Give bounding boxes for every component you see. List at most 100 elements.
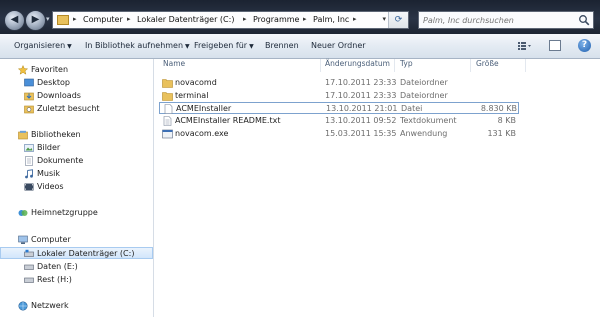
file-name: terminal	[175, 91, 209, 100]
column-divider[interactable]	[320, 59, 321, 72]
search-icon[interactable]	[578, 14, 590, 26]
search-box[interactable]	[418, 11, 594, 29]
file-row[interactable]: novacomd 17.10.2011 23:33 Dateiordner	[159, 77, 519, 89]
pictures-icon	[24, 144, 34, 152]
file-row[interactable]: novacom.exe 15.03.2011 15:35 Anwendung 1…	[159, 128, 519, 140]
drive-icon	[24, 277, 34, 283]
videos-icon	[24, 183, 34, 191]
column-header-type[interactable]: Typ	[400, 59, 413, 72]
breadcrumb-drive-c[interactable]: Lokaler Datenträger (C:)	[137, 15, 234, 24]
file-modified: 13.10.2011 21:01	[326, 104, 398, 113]
chevron-down-icon: ▼	[67, 43, 72, 50]
documents-icon	[25, 156, 33, 166]
column-header-modified[interactable]: Änderungsdatum	[325, 59, 390, 72]
nav-drive-h[interactable]: Rest (H:)	[0, 274, 153, 286]
nav-desktop-label: Desktop	[37, 78, 70, 87]
column-header-size[interactable]: Größe	[476, 59, 499, 72]
chevron-right-icon: ▸	[243, 15, 247, 23]
address-dropdown-icon[interactable]: ▾	[382, 15, 386, 23]
share-button[interactable]: Freigeben für ▼	[194, 41, 254, 50]
preview-pane-icon[interactable]	[549, 40, 561, 51]
nav-music[interactable]: Musik	[0, 168, 153, 180]
refresh-button[interactable]: ⟳	[388, 12, 408, 28]
file-type: Dateiordner	[400, 78, 448, 87]
chevron-right-icon: ▸	[353, 15, 357, 23]
nav-network-label: Netzwerk	[31, 301, 69, 310]
help-icon[interactable]: ?	[578, 39, 591, 52]
nav-favorites-label: Favoriten	[31, 65, 69, 74]
downloads-folder-icon	[24, 92, 34, 101]
file-modified: 17.10.2011 23:33	[325, 91, 397, 100]
burn-button[interactable]: Brennen	[265, 41, 299, 50]
file-modified: 17.10.2011 23:33	[325, 78, 397, 87]
back-arrow-icon: ◀	[10, 14, 19, 25]
nav-documents[interactable]: Dokumente	[0, 155, 153, 167]
nav-desktop[interactable]: Desktop	[0, 77, 153, 89]
nav-videos[interactable]: Videos	[0, 181, 153, 193]
chevron-right-icon: ▸	[127, 15, 131, 23]
breadcrumb-computer[interactable]: Computer	[83, 15, 123, 24]
breadcrumb-programme[interactable]: Programme	[253, 15, 299, 24]
new-folder-button[interactable]: Neuer Ordner	[311, 41, 366, 50]
include-library-label: In Bibliothek aufnehmen	[85, 41, 184, 50]
chevron-right-icon: ▸	[73, 15, 77, 23]
file-type: Datei	[401, 104, 423, 113]
search-input[interactable]	[423, 13, 573, 27]
nav-pictures[interactable]: Bilder	[0, 142, 153, 154]
recent-places-icon	[24, 105, 34, 114]
view-options-icon[interactable]	[518, 41, 532, 51]
file-list: Name Änderungsdatum Typ Größe novacomd 1…	[154, 59, 600, 317]
file-name: novacom.exe	[175, 129, 229, 138]
nav-drive-e-label: Daten (E:)	[37, 262, 78, 271]
forward-arrow-icon: ▶	[31, 14, 40, 25]
file-modified: 13.10.2011 09:52	[325, 116, 397, 125]
file-size: 131 KB	[487, 129, 516, 138]
file-row[interactable]: ACMEInstaller 13.10.2011 21:01 Datei 8.8…	[159, 102, 519, 114]
nav-network[interactable]: Netzwerk	[0, 300, 153, 312]
nav-recent[interactable]: Zuletzt besucht	[0, 103, 153, 115]
nav-libraries-label: Bibliotheken	[31, 130, 81, 139]
nav-drive-e[interactable]: Daten (E:)	[0, 261, 153, 273]
nav-libraries[interactable]: Bibliotheken	[0, 129, 153, 141]
organize-button[interactable]: Organisieren ▼	[14, 41, 72, 50]
star-icon	[18, 65, 28, 75]
file-icon	[164, 104, 173, 114]
nav-favorites[interactable]: Favoriten	[0, 64, 153, 76]
file-size: 8.830 KB	[480, 104, 517, 113]
breadcrumb-palm-inc[interactable]: Palm, Inc	[313, 15, 349, 24]
back-button[interactable]: ◀	[4, 10, 25, 31]
include-library-button[interactable]: In Bibliothek aufnehmen ▼	[85, 41, 190, 50]
nav-downloads-label: Downloads	[37, 91, 81, 100]
exe-icon	[162, 129, 173, 139]
column-divider[interactable]	[525, 59, 526, 72]
folder-icon	[57, 15, 69, 25]
nav-computer-label: Computer	[31, 235, 71, 244]
folder-icon	[162, 79, 173, 88]
file-type: Textdokument	[400, 116, 457, 125]
navigation-pane: Favoriten Desktop Downloads Zuletzt besu…	[0, 59, 154, 317]
file-type: Anwendung	[400, 129, 448, 138]
nav-drive-c[interactable]: Lokaler Datenträger (C:)	[0, 247, 153, 259]
refresh-icon: ⟳	[394, 15, 403, 25]
nav-computer[interactable]: Computer	[0, 234, 153, 246]
nav-drive-c-label: Lokaler Datenträger (C:)	[37, 249, 135, 258]
address-bar[interactable]: ▸ Computer ▸ Lokaler Datenträger (C:) ▸ …	[52, 11, 409, 29]
nav-homegroup[interactable]: Heimnetzgruppe	[0, 207, 153, 219]
file-name: ACMEInstaller README.txt	[175, 116, 281, 125]
nav-pictures-label: Bilder	[37, 143, 61, 152]
file-row[interactable]: terminal 17.10.2011 23:33 Dateiordner	[159, 90, 519, 102]
file-name: novacomd	[175, 78, 217, 87]
nav-drive-h-label: Rest (H:)	[37, 275, 72, 284]
command-bar: Organisieren ▼ In Bibliothek aufnehmen ▼ F…	[0, 34, 600, 59]
file-name: ACMEInstaller	[176, 104, 232, 113]
forward-button[interactable]: ▶	[25, 10, 46, 31]
file-modified: 15.03.2011 15:35	[325, 129, 397, 138]
column-divider[interactable]	[470, 59, 471, 72]
nav-homegroup-label: Heimnetzgruppe	[31, 208, 98, 217]
column-divider[interactable]	[394, 59, 395, 72]
file-row[interactable]: ACMEInstaller README.txt 13.10.2011 09:5…	[159, 115, 519, 127]
column-header-name[interactable]: Name	[163, 59, 185, 72]
address-bar-area: ◀ ▶ ▾ ▸ Computer ▸ Lokaler Datenträger (…	[0, 0, 600, 34]
share-label: Freigeben für	[194, 41, 248, 50]
nav-downloads[interactable]: Downloads	[0, 90, 153, 102]
